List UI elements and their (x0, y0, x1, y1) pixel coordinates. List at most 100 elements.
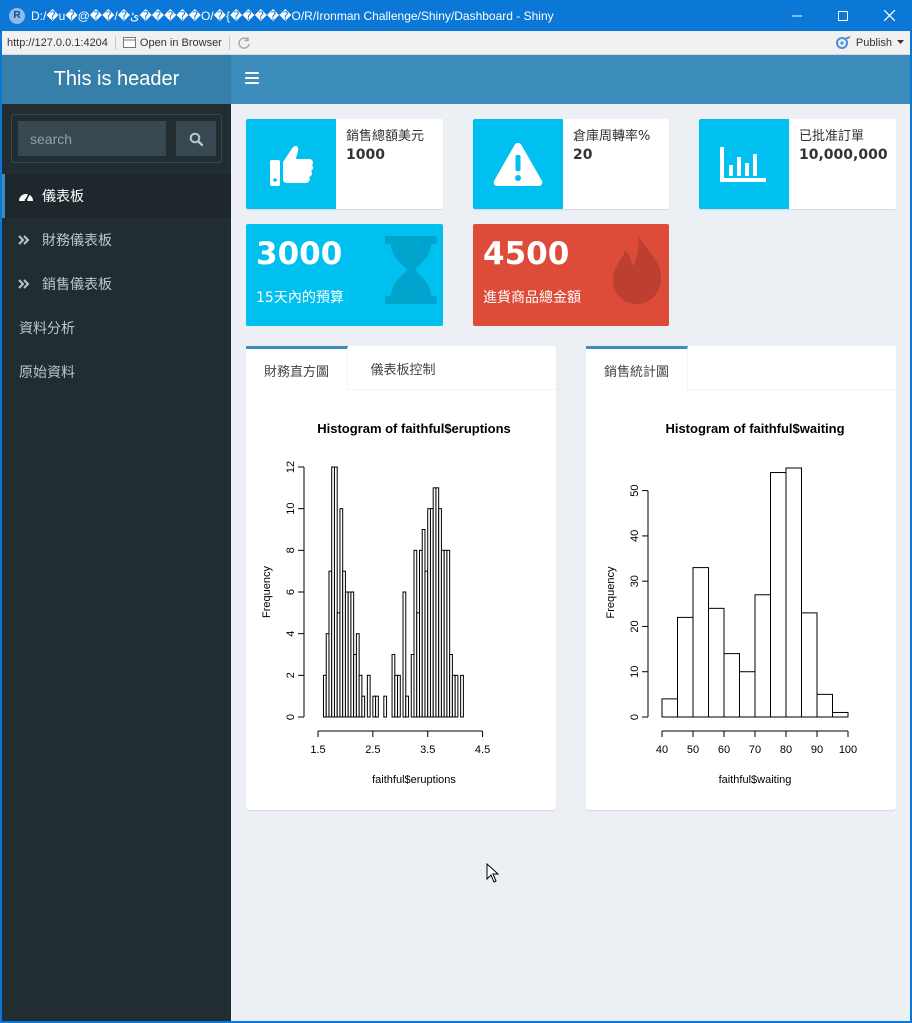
top-navbar (231, 55, 910, 104)
info-box-sales-total: 銷售總額美元 1000 (246, 119, 443, 209)
y-tick-label: 12 (285, 461, 297, 473)
value-box-budget: 3000 15天內的預算 (246, 224, 443, 326)
x-tick-label: 1.5 (310, 744, 325, 756)
maximize-icon (838, 10, 848, 21)
x-tick-label: 60 (718, 744, 730, 756)
y-tick-label: 40 (629, 530, 641, 542)
histogram-bar (397, 674, 401, 718)
info-box-value: 10,000,000 (799, 147, 888, 163)
toolbar-divider (114, 35, 116, 50)
chart-title: Histogram of faithful$waiting (665, 421, 844, 436)
sidebar-item-raw-data[interactable]: 原始資料 (2, 350, 231, 394)
histogram-bar (405, 695, 410, 718)
hamburger-icon-bar (245, 72, 259, 74)
histogram-bar (785, 467, 802, 718)
info-box-value: 20 (573, 147, 593, 163)
histogram-bar (692, 567, 709, 718)
window-title: D:/�u�@��/�ئ�����O/�{�����O/R/Ironman Ch… (31, 8, 554, 23)
info-box-warehouse-turnover: 倉庫周轉率% 20 (473, 119, 669, 209)
y-tick-label: 6 (285, 589, 297, 595)
minimize-button[interactable] (774, 0, 820, 31)
toolbar-divider (228, 35, 230, 50)
y-tick-label: 4 (285, 631, 297, 637)
sidebar-item-finance-dashboard[interactable]: 財務儀表板 (2, 218, 231, 262)
publish-label: Publish (855, 36, 892, 49)
info-box-label: 已批准訂單 (799, 129, 865, 144)
sidebar-item-data-analysis[interactable]: 資料分析 (2, 306, 231, 350)
warning-icon (493, 143, 543, 186)
tab-bar: 銷售統計圖 (586, 346, 896, 391)
x-tick-label: 80 (780, 744, 792, 756)
histogram-bar (375, 695, 379, 718)
sidebar-item-label: 資料分析 (19, 321, 75, 337)
sidebar-toggle-button[interactable] (245, 72, 259, 86)
x-axis-label: faithful$eruptions (372, 774, 456, 786)
histogram-bar (832, 711, 849, 718)
header-logo[interactable]: This is header (2, 55, 231, 104)
histogram-bar (366, 674, 371, 718)
histogram-bar (454, 674, 459, 718)
tab-dashboard-controls[interactable]: 儀表板控制 (348, 346, 458, 390)
x-tick-label: 40 (656, 744, 668, 756)
search-icon (189, 132, 203, 146)
histogram-bar (754, 594, 771, 718)
histogram-bar (723, 653, 740, 718)
y-tick-label: 10 (629, 666, 641, 678)
sidebar-menu: 儀表板 財務儀表板 銷售儀表板 資料分析 原始資料 (2, 174, 231, 394)
hamburger-icon-bar (245, 82, 259, 84)
x-tick-label: 2.5 (365, 744, 380, 756)
maximize-button[interactable] (820, 0, 866, 31)
x-tick-label: 90 (811, 744, 823, 756)
histogram-bar (460, 674, 464, 718)
refresh-icon[interactable] (237, 36, 251, 50)
tab-bar: 財務直方圖 儀表板控制 (246, 346, 556, 391)
value-box-label: 進貨商品總金額 (483, 290, 581, 306)
x-tick-label: 3.5 (420, 744, 435, 756)
close-button[interactable] (866, 0, 912, 31)
tabbox-sales: 銷售統計圖 Histogram of faithful$waiting 0 10 20… (586, 346, 896, 810)
chart-title: Histogram of faithful$eruptions (317, 421, 511, 436)
sidebar-item-sales-dashboard[interactable]: 銷售儀表板 (2, 262, 231, 306)
y-tick-label: 0 (629, 714, 641, 720)
thumbs-up-icon (270, 145, 314, 186)
value-box-value: 3000 (256, 236, 343, 272)
publish-button[interactable]: Publish (835, 35, 904, 50)
tab-sales-statistics[interactable]: 銷售統計圖 (586, 346, 688, 391)
angle-double-right-icon (18, 235, 36, 245)
url-text[interactable]: http://127.0.0.1:4204 (7, 37, 108, 49)
info-box-icon-area (699, 119, 789, 209)
open-in-browser-button[interactable]: Open in Browser (122, 36, 222, 49)
dashboard-icon (18, 189, 36, 203)
sidebar-item-label: 原始資料 (19, 365, 75, 381)
rstudio-icon: R (9, 7, 25, 24)
info-box-icon-area (473, 119, 563, 209)
histogram-bar (677, 616, 694, 718)
window-titlebar: R D:/�u�@��/�ئ�����O/�{�����O/R/Ironman … (0, 0, 912, 31)
close-icon (883, 10, 895, 21)
sidebar-item-label: 銷售儀表板 (42, 277, 112, 293)
y-tick-label: 0 (285, 714, 297, 720)
publish-icon (835, 35, 851, 49)
x-tick-label: 70 (749, 744, 761, 756)
y-tick-label: 8 (285, 547, 297, 553)
angle-double-right-icon (18, 279, 36, 289)
histogram-bar (708, 607, 725, 718)
y-tick-label: 2 (285, 672, 297, 678)
value-box-purchase-total: 4500 進貨商品總金額 (473, 224, 669, 326)
search-input[interactable] (18, 121, 166, 156)
y-axis-label: Frequency (605, 566, 617, 618)
info-box-label: 銷售總額美元 (346, 129, 425, 144)
open-in-browser-label: Open in Browser (139, 36, 222, 49)
histogram-bar (739, 671, 756, 718)
search-button[interactable] (176, 121, 216, 156)
tab-finance-histogram[interactable]: 財務直方圖 (246, 346, 348, 391)
eruptions-histogram-chart: Histogram of faithful$eruptions 0 2 4 6 8 10 12… (261, 421, 511, 786)
caret-down-icon (897, 40, 904, 44)
histogram-bar (816, 693, 833, 718)
sidebar: 儀表板 財務儀表板 銷售儀表板 資料分析 原始資料 (2, 104, 231, 1021)
histogram-bar (770, 472, 787, 718)
x-tick-label: 4.5 (475, 744, 490, 756)
histogram-bar (361, 695, 366, 718)
info-box-approved-orders: 已批准訂單 10,000,000 (699, 119, 896, 209)
sidebar-item-dashboard[interactable]: 儀表板 (2, 174, 231, 218)
